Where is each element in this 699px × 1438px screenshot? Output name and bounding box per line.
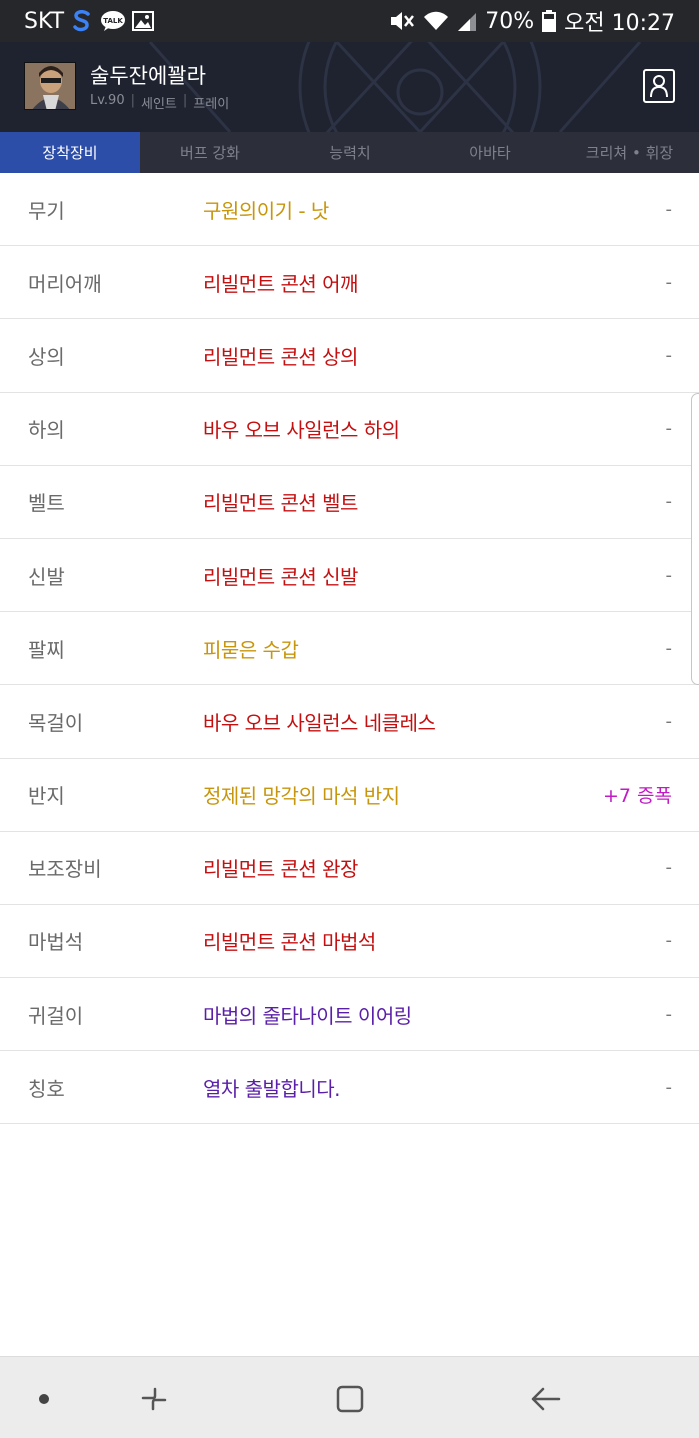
carrier-label: SKT: [24, 8, 65, 34]
battery-icon: [542, 10, 557, 32]
equipment-row-title[interactable]: 칭호 열차 출발합니다. -: [0, 1051, 699, 1125]
item-name: 리빌먼트 콘션 어깨: [203, 271, 358, 296]
dot-icon[interactable]: [22, 1377, 66, 1421]
wifi-icon: [423, 10, 449, 32]
equipment-row-belt[interactable]: 벨트 리빌먼트 콘션 벨트 -: [0, 466, 699, 539]
character-server: 프레이: [193, 97, 230, 112]
avatar: [24, 62, 76, 110]
profile-button[interactable]: [643, 69, 675, 103]
item-name: 열차 출발합니다.: [203, 1076, 341, 1101]
slot-label: 머리어깨: [28, 271, 102, 296]
item-name: 정제된 망각의 마석 반지: [203, 784, 400, 809]
item-option: -: [665, 637, 673, 659]
item-option: -: [665, 418, 673, 440]
equipment-row-support[interactable]: 보조장비 리빌먼트 콘션 완장 -: [0, 832, 699, 905]
tab-stats[interactable]: 능력치: [280, 132, 420, 173]
slot-label: 하의: [28, 418, 65, 443]
equipment-row-ring[interactable]: 반지 정제된 망각의 마석 반지 +7 증폭: [0, 759, 699, 832]
equipment-row-earring[interactable]: 귀걸이 마법의 줄타나이트 이어링 -: [0, 978, 699, 1052]
item-option: -: [665, 491, 673, 513]
item-name: 리빌먼트 콘션 벨트: [203, 491, 358, 516]
tab-buff-enhance[interactable]: 버프 강화: [140, 132, 280, 173]
item-option: -: [665, 344, 673, 366]
slot-label: 반지: [28, 784, 65, 809]
item-name: 리빌먼트 콘션 신발: [203, 564, 358, 589]
item-option: -: [665, 198, 673, 220]
item-option: -: [665, 564, 673, 586]
slot-label: 귀걸이: [28, 1003, 84, 1028]
tab-bar: 장착장비 버프 강화 능력치 아바타 크리쳐 • 휘장: [0, 132, 699, 173]
edge-panel-handle[interactable]: [691, 393, 699, 685]
profile-icon: [650, 75, 668, 98]
slot-label: 마법석: [28, 930, 84, 955]
item-name: 리빌먼트 콘션 마법석: [203, 930, 376, 955]
status-bar: SKT TALK 70% 오전 10:27: [0, 0, 699, 42]
slot-label: 보조장비: [28, 857, 102, 882]
item-option: -: [665, 710, 673, 732]
amplify-badge: +7 증폭: [602, 785, 672, 808]
signal-icon: [457, 10, 477, 32]
equipment-row-bracelet[interactable]: 팔찌 피묻은 수갑 -: [0, 612, 699, 686]
character-class: 세인트: [141, 97, 177, 112]
character-header: 술두잔에꽐라 Lv.90 | 세인트 | 프레이: [0, 42, 699, 132]
character-info: Lv.90 | 세인트 | 프레이: [90, 93, 229, 112]
item-option: -: [665, 857, 673, 879]
slot-label: 벨트: [28, 491, 65, 516]
slot-label: 목걸이: [28, 710, 84, 735]
tab-avatar[interactable]: 아바타: [420, 132, 560, 173]
item-name: 리빌먼트 콘션 상의: [203, 344, 358, 369]
home-icon[interactable]: [328, 1377, 372, 1421]
info-divider: |: [130, 93, 135, 108]
slot-label: 무기: [28, 198, 65, 223]
kakaotalk-icon: TALK: [100, 10, 126, 32]
equipment-row-shoes[interactable]: 신발 리빌먼트 콘션 신발 -: [0, 539, 699, 613]
item-name: 바우 오브 사일런스 하의: [203, 418, 400, 443]
tab-equipment[interactable]: 장착장비: [0, 132, 140, 173]
item-name: 바우 오브 사일런스 네클레스: [203, 710, 436, 735]
clock: 오전 10:27: [564, 11, 675, 36]
equipment-row-bottom[interactable]: 하의 바우 오브 사일런스 하의 -: [0, 393, 699, 466]
talk-badge-label: TALK: [103, 17, 123, 25]
info-divider: |: [182, 93, 188, 108]
system-nav-bar: [0, 1356, 699, 1438]
item-name: 구원의이기 - 낫: [203, 198, 329, 223]
item-name: 마법의 줄타나이트 이어링: [203, 1003, 412, 1028]
recent-apps-icon[interactable]: [132, 1377, 176, 1421]
slot-label: 팔찌: [28, 637, 65, 662]
equipment-row-magic-stone[interactable]: 마법석 리빌먼트 콘션 마법석 -: [0, 905, 699, 979]
samsung-s-icon: [70, 10, 94, 32]
character-level: Lv.90: [90, 93, 125, 108]
equipment-row-top[interactable]: 상의 리빌먼트 콘션 상의 -: [0, 319, 699, 393]
equipment-row-necklace[interactable]: 목걸이 바우 오브 사일런스 네클레스 -: [0, 685, 699, 759]
item-name: 피묻은 수갑: [203, 637, 299, 662]
tab-creature-emblem[interactable]: 크리쳐 • 휘장: [560, 132, 699, 173]
equipment-list: 무기 구원의이기 - 낫 - 머리어깨 리빌먼트 콘션 어깨 - 상의 리빌먼트…: [0, 173, 699, 1125]
equipment-row-shoulder[interactable]: 머리어깨 리빌먼트 콘션 어깨 -: [0, 246, 699, 320]
slot-label: 상의: [28, 344, 65, 369]
item-option: -: [665, 1003, 673, 1025]
mute-icon: [389, 10, 415, 32]
item-option: -: [665, 271, 673, 293]
equipment-row-weapon[interactable]: 무기 구원의이기 - 낫 -: [0, 173, 699, 247]
item-option: -: [665, 1076, 673, 1098]
battery-percent: 70%: [485, 8, 535, 34]
character-name: 술두잔에꽐라: [90, 64, 206, 88]
slot-label: 칭호: [28, 1076, 65, 1101]
gallery-icon: [132, 11, 155, 31]
back-icon[interactable]: [524, 1377, 568, 1421]
item-option: -: [665, 930, 673, 952]
item-name: 리빌먼트 콘션 완장: [203, 857, 358, 882]
slot-label: 신발: [28, 564, 65, 589]
